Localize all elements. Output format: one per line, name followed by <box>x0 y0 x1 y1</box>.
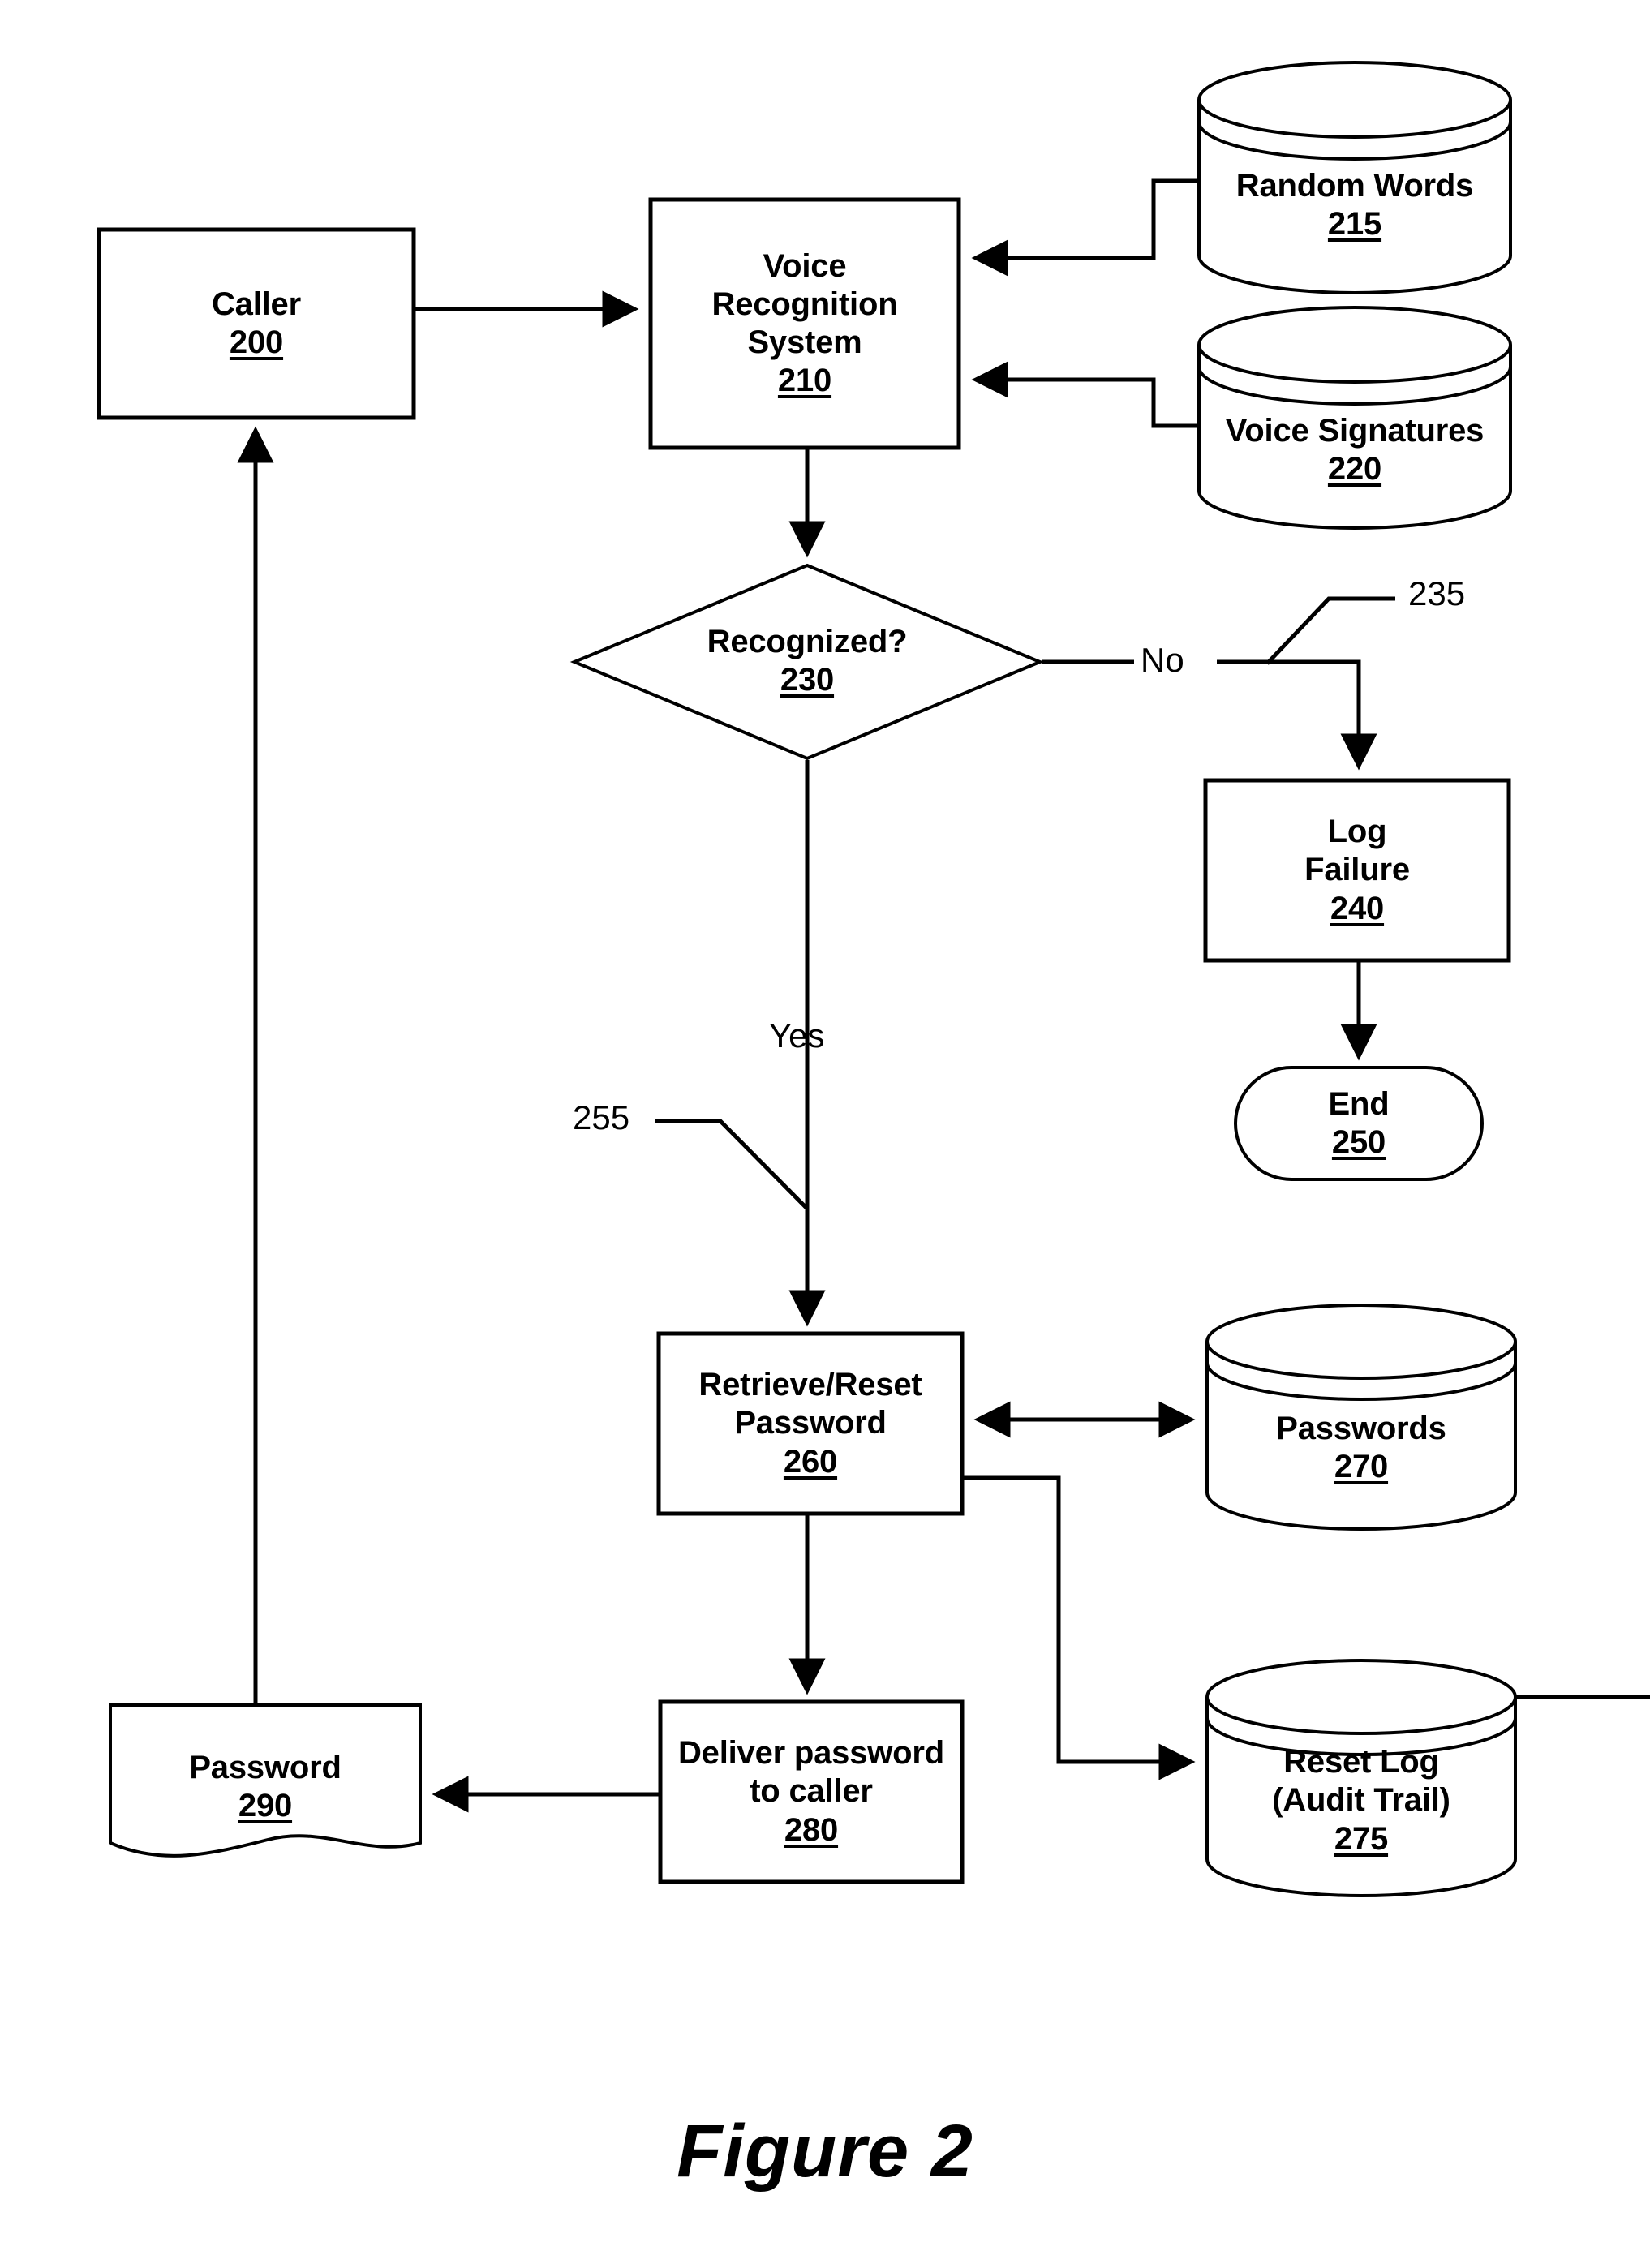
retrieve-reset-password-box <box>656 1331 965 1516</box>
patent-figure-2: Log Failure 240 --> Retrieve/Reset Passw… <box>0 0 1650 2268</box>
recognized-decision-diamond <box>569 563 1045 761</box>
voice-signatures-cylinder <box>1197 306 1512 530</box>
random-words-cylinder <box>1197 61 1512 294</box>
log-failure-box <box>1203 778 1511 963</box>
reference-numeral-255: 255 <box>573 1098 630 1136</box>
no-branch-label: No <box>1141 641 1184 679</box>
end-terminator <box>1234 1066 1484 1181</box>
edge-voice-signatures-to-vrs <box>971 361 1197 428</box>
password-document-shape <box>109 1703 422 1858</box>
yes-branch-label: Yes <box>769 1016 825 1055</box>
voice-recognition-system-box <box>648 197 961 450</box>
reset-log-cylinder <box>1205 1659 1650 1897</box>
edge-no-to-log-failure-tail <box>1217 659 1377 771</box>
figure-caption: Figure 2 <box>677 2110 973 2193</box>
leader-235 <box>1265 596 1395 665</box>
reference-numeral-235: 235 <box>1408 574 1466 612</box>
flowchart-canvas: Log Failure 240 --> Retrieve/Reset Passw… <box>97 61 1650 1897</box>
passwords-cylinder <box>1205 1304 1517 1531</box>
leader-255 <box>655 1119 809 1210</box>
deliver-password-box <box>658 1699 965 1884</box>
edge-retrieve-reset-to-reset-log <box>964 1475 1196 1780</box>
edge-random-words-to-vrs <box>971 178 1197 277</box>
caller-box <box>97 227 416 420</box>
